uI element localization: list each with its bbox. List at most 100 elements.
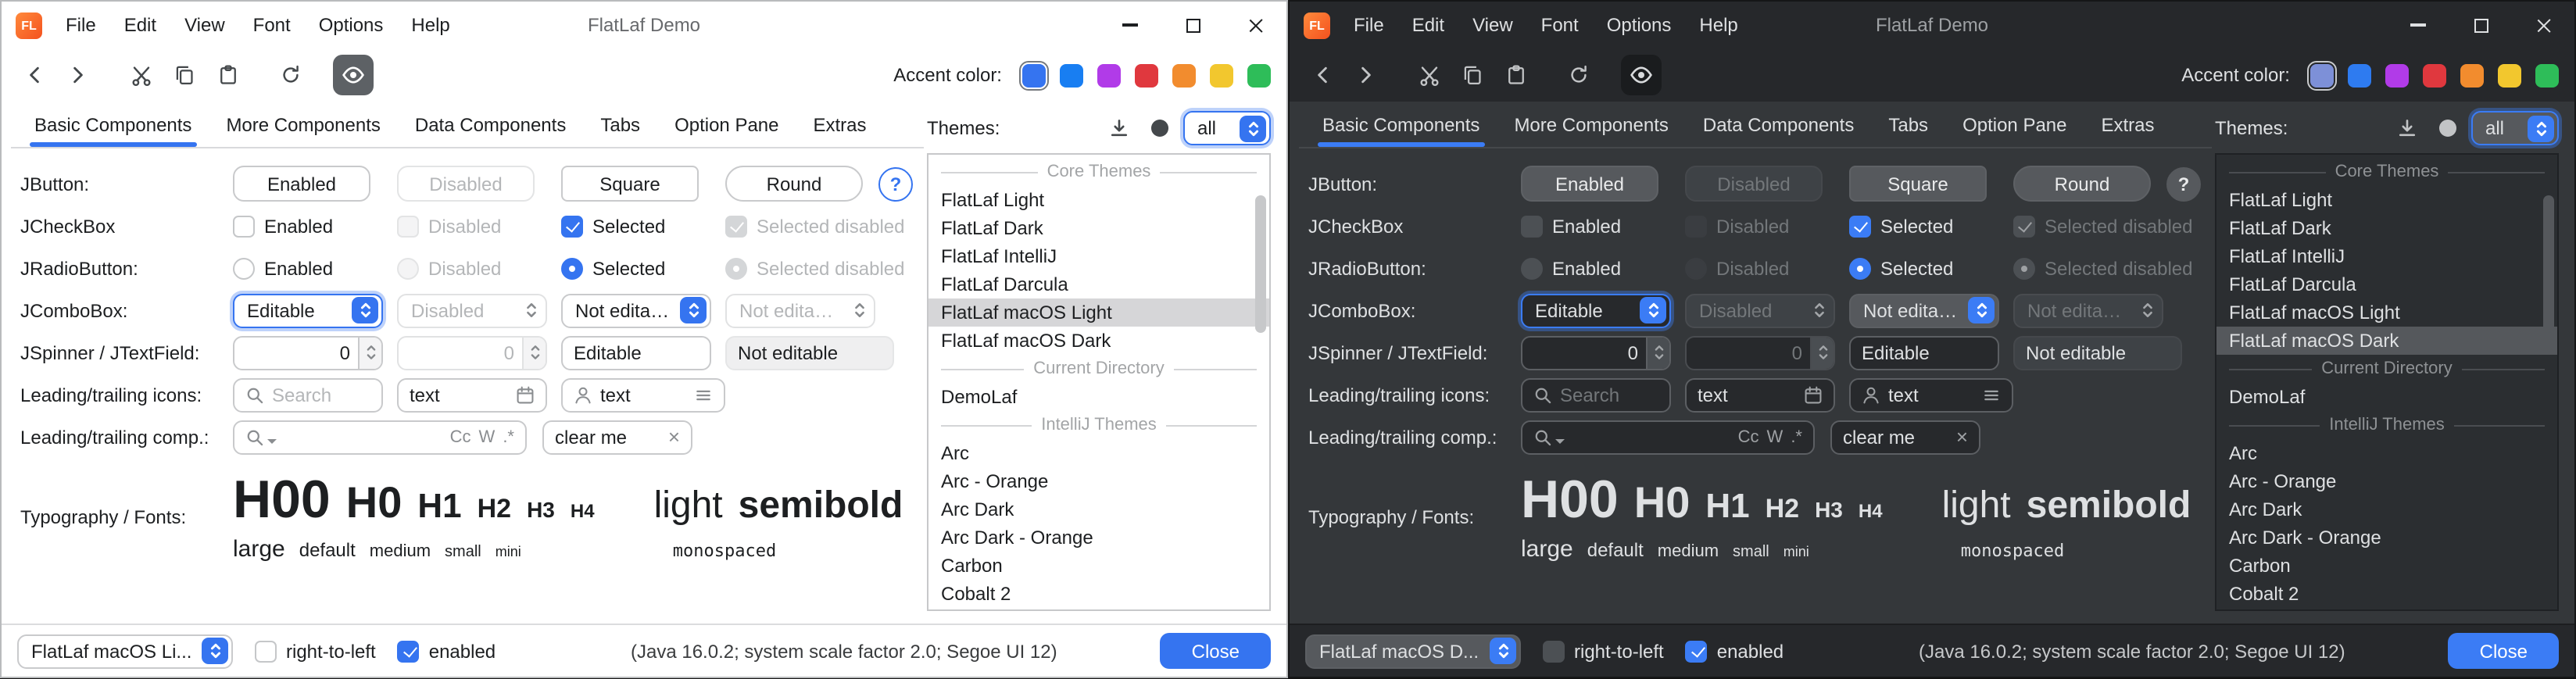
spinner[interactable]: 0 <box>233 335 383 370</box>
accent-swatch[interactable] <box>2310 63 2334 87</box>
forward-button[interactable] <box>1346 55 1386 95</box>
back-button[interactable] <box>14 55 55 95</box>
theme-item[interactable]: Arc Dark <box>2216 495 2557 524</box>
close-button[interactable]: Close <box>1161 633 1271 669</box>
menu-edit[interactable]: Edit <box>110 2 170 48</box>
menu-view[interactable]: View <box>1458 2 1527 48</box>
minimize-button[interactable] <box>1099 2 1161 48</box>
round-button[interactable]: Round <box>725 166 863 202</box>
tab-option-pane[interactable]: Option Pane <box>657 102 796 147</box>
enabled-checkbox[interactable]: Enabled <box>1521 215 1621 237</box>
enabled-checkbox[interactable]: enabled <box>1686 640 1784 662</box>
square-button[interactable]: Square <box>561 166 699 202</box>
accent-swatch[interactable] <box>1060 63 1083 87</box>
accent-swatch[interactable] <box>2535 63 2559 87</box>
enabled-checkbox[interactable]: enabled <box>398 640 496 662</box>
theme-item[interactable]: FlatLaf Light <box>928 186 1269 214</box>
cut-button[interactable] <box>1408 55 1449 95</box>
menu-icon[interactable] <box>694 385 713 404</box>
selected-checkbox[interactable]: Selected <box>561 215 665 237</box>
combo-arrow-icon[interactable] <box>2528 115 2554 141</box>
help-button[interactable]: ? <box>878 166 913 201</box>
right-to-left-checkbox[interactable]: right-to-left <box>1543 640 1664 662</box>
accent-swatch[interactable] <box>1172 63 1196 87</box>
search-field[interactable]: Search <box>233 377 383 412</box>
menu-icon[interactable] <box>1982 385 2001 404</box>
accent-swatch[interactable] <box>1210 63 1233 87</box>
show-hover-effects-toggle[interactable] <box>333 55 374 95</box>
theme-item[interactable]: Arc - Orange <box>2216 467 2557 495</box>
whole-words-toggle[interactable]: W <box>479 427 496 446</box>
download-themes-button[interactable] <box>2390 111 2424 145</box>
enabled-radio[interactable]: Enabled <box>1521 257 1621 279</box>
themes-filter-combobox[interactable]: all <box>1183 111 1271 145</box>
menu-file[interactable]: File <box>52 2 110 48</box>
show-hover-effects-toggle[interactable] <box>1621 55 1662 95</box>
search-field[interactable]: Search <box>1521 377 1671 412</box>
search-options-caret-icon[interactable] <box>1555 438 1565 443</box>
scrollbar-thumb[interactable] <box>2543 195 2554 333</box>
search-with-options-field[interactable]: Cc W .* <box>233 420 527 454</box>
menu-edit[interactable]: Edit <box>1398 2 1458 48</box>
menu-options[interactable]: Options <box>1593 2 1686 48</box>
menu-options[interactable]: Options <box>305 2 398 48</box>
date-field[interactable]: text <box>397 377 547 412</box>
laf-combobox[interactable]: FlatLaf macOS D... <box>1305 634 1521 668</box>
help-button[interactable]: ? <box>2166 166 2201 201</box>
calendar-icon[interactable] <box>1804 385 1823 404</box>
paste-button[interactable] <box>208 55 249 95</box>
regex-toggle[interactable]: .* <box>1791 427 1802 446</box>
editable-textfield[interactable]: Editable <box>561 335 711 370</box>
theme-item[interactable]: DemoLaf <box>2216 383 2557 411</box>
accent-swatch[interactable] <box>2348 63 2371 87</box>
github-button[interactable] <box>1143 111 1177 145</box>
round-button[interactable]: Round <box>2013 166 2151 202</box>
combo-arrow-icon[interactable] <box>1968 297 1995 323</box>
menu-view[interactable]: View <box>170 2 239 48</box>
menu-font[interactable]: Font <box>1527 2 1593 48</box>
combo-arrow-icon[interactable] <box>352 297 378 323</box>
clear-me-field[interactable]: clear me × <box>542 420 692 454</box>
theme-item[interactable]: Arc Dark - Orange <box>2216 524 2557 552</box>
user-field[interactable]: text <box>561 377 725 412</box>
theme-item[interactable]: Cobalt 2 <box>928 580 1269 608</box>
theme-item[interactable]: Arc - Orange <box>928 467 1269 495</box>
search-options-caret-icon[interactable] <box>267 438 277 443</box>
search-with-options-field[interactable]: Cc W .* <box>1521 420 1815 454</box>
close-window-button[interactable] <box>2512 2 2574 48</box>
clear-icon[interactable]: × <box>668 425 680 448</box>
menu-help[interactable]: Help <box>397 2 463 48</box>
accent-swatch[interactable] <box>2423 63 2446 87</box>
tab-extras[interactable]: Extras <box>2084 102 2172 147</box>
combo-arrow-icon[interactable] <box>1240 115 1266 141</box>
tab-more-components[interactable]: More Components <box>1497 102 1685 147</box>
date-field[interactable]: text <box>1685 377 1835 412</box>
theme-item[interactable]: FlatLaf Dark <box>928 214 1269 242</box>
editable-combobox[interactable]: Editable <box>1521 293 1671 327</box>
theme-item[interactable]: FlatLaf Darcula <box>928 270 1269 298</box>
accent-swatch[interactable] <box>1247 63 1271 87</box>
theme-item[interactable]: FlatLaf IntelliJ <box>928 242 1269 270</box>
menu-file[interactable]: File <box>1340 2 1398 48</box>
whole-words-toggle[interactable]: W <box>1767 427 1784 446</box>
tab-data-components[interactable]: Data Components <box>1686 102 1871 147</box>
tab-extras[interactable]: Extras <box>796 102 884 147</box>
theme-item[interactable]: Carbon <box>928 552 1269 580</box>
maximize-button[interactable] <box>1161 2 1224 48</box>
laf-combobox[interactable]: FlatLaf macOS Li... <box>17 634 233 668</box>
regex-toggle[interactable]: .* <box>503 427 514 446</box>
minimize-button[interactable] <box>2387 2 2449 48</box>
clear-me-field[interactable]: clear me × <box>1830 420 1980 454</box>
selected-radio[interactable]: Selected <box>561 257 665 279</box>
github-button[interactable] <box>2431 111 2465 145</box>
user-field[interactable]: text <box>1849 377 2013 412</box>
editable-textfield[interactable]: Editable <box>1849 335 1999 370</box>
tab-data-components[interactable]: Data Components <box>398 102 583 147</box>
spinner-up-down-buttons[interactable] <box>358 337 381 368</box>
accent-swatch[interactable] <box>2385 63 2409 87</box>
theme-item[interactable]: DemoLaf <box>928 383 1269 411</box>
accent-swatch[interactable] <box>2460 63 2484 87</box>
refresh-button[interactable] <box>1558 55 1599 95</box>
scrollbar[interactable] <box>1254 158 1266 606</box>
spinner[interactable]: 0 <box>1521 335 1671 370</box>
